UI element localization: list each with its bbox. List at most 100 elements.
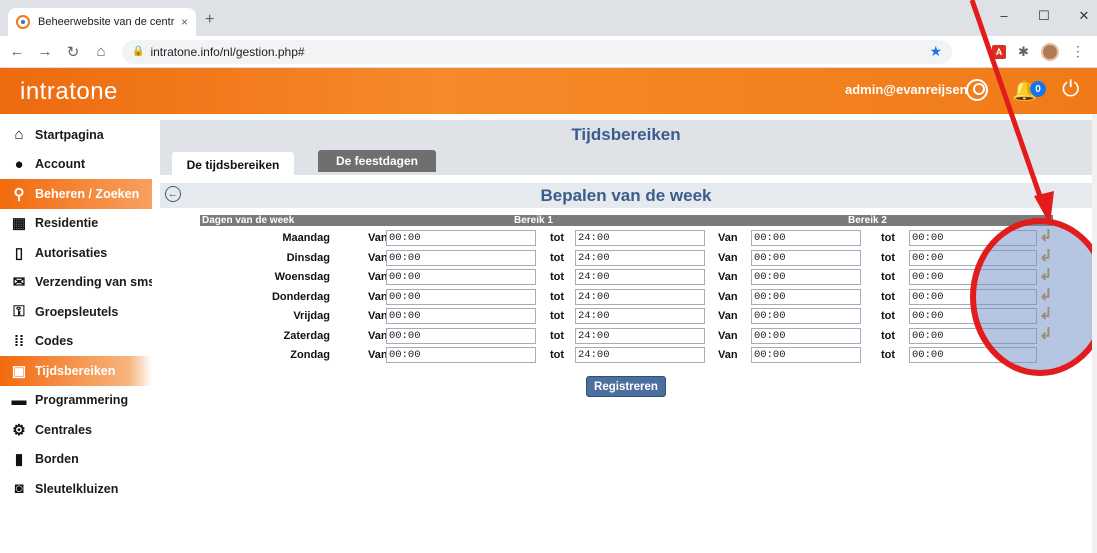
sidebar-item-label: Borden <box>35 452 79 467</box>
table-row: MaandagVantotVantot↲ <box>200 229 1053 249</box>
sidebar-item-residentie[interactable]: ▦ Residentie <box>0 209 152 239</box>
gear-icon: ⚙ <box>12 421 26 439</box>
page-title: Tijdsbereiken <box>160 120 1092 150</box>
range2-from-input[interactable] <box>751 288 861 305</box>
pdf-extension-icon[interactable]: A <box>992 44 1006 59</box>
home-browser-icon[interactable]: ⌂ <box>90 43 112 60</box>
sidebar-item-programmering[interactable]: ▬ Programmering <box>0 386 152 416</box>
app-header: intratone admin@evanreijsen 🔔 0 ⏻ <box>0 68 1097 114</box>
sidebar-item-borden[interactable]: ▮ Borden <box>0 445 152 475</box>
sidebar-item-label: Centrales <box>35 422 92 437</box>
sidebar-item-label: Beheren / Zoeken <box>35 186 140 201</box>
section-title-bar: ← Bepalen van de week <box>160 183 1092 208</box>
range2-from-input[interactable] <box>751 347 861 363</box>
from-label: Van <box>718 329 738 342</box>
puzzle-icon[interactable]: ✱ <box>1018 44 1029 60</box>
power-icon[interactable]: ⏻ <box>1062 76 1079 102</box>
range1-from-input[interactable] <box>386 230 536 246</box>
sidebar-item-groepsleutels[interactable]: ⚿ Groepsleutels <box>0 297 152 327</box>
sidebar-item-label: Codes <box>35 334 74 349</box>
from-label: Van <box>718 310 738 322</box>
browser-menu-icon[interactable]: ⋮ <box>1071 43 1085 60</box>
to-label: tot <box>881 290 896 303</box>
key-icon: ⚿ <box>13 303 25 321</box>
range1-from-input[interactable] <box>386 347 536 363</box>
forward-icon[interactable]: → <box>34 43 56 60</box>
sidebar-item-account[interactable]: ● Account <box>0 150 152 180</box>
range1-from-input[interactable] <box>386 308 536 324</box>
envelope-icon: ✉ <box>12 274 26 292</box>
range1-from-input[interactable] <box>386 269 536 285</box>
new-tab-button[interactable]: + <box>205 11 214 29</box>
sidebar-item-label: Verzending van sms <box>35 275 152 290</box>
extensions: A ✱ ⋮ <box>992 42 1085 61</box>
back-circle-icon[interactable]: ← <box>165 186 181 202</box>
range2-from-input[interactable] <box>751 230 861 246</box>
table-row: WoensdagVantotVantot↲ <box>200 268 1053 288</box>
range1-to-input[interactable] <box>575 249 705 266</box>
day-label: Donderdag <box>271 290 330 303</box>
range1-to-input[interactable] <box>575 230 705 246</box>
page-scrollbar[interactable] <box>1092 114 1097 553</box>
from-label: Van <box>718 251 738 264</box>
range1-to-input[interactable] <box>575 327 705 344</box>
user-icon[interactable] <box>966 79 988 101</box>
register-button[interactable]: Registreren <box>586 376 666 397</box>
maximize-icon[interactable]: ☐ <box>1037 8 1051 24</box>
range1-from-input[interactable] <box>386 327 536 344</box>
range1-from-input[interactable] <box>386 288 536 305</box>
from-label: Van <box>368 290 388 303</box>
day-label: Maandag <box>282 232 330 244</box>
range1-to-input[interactable] <box>575 347 705 363</box>
range1-to-input[interactable] <box>575 288 705 305</box>
sidebar-item-sms[interactable]: ✉ Verzending van sms <box>0 268 152 298</box>
from-label: Van <box>368 329 388 342</box>
sidebar-item-label: Autorisaties <box>35 245 108 260</box>
from-label: Van <box>718 232 738 244</box>
to-label: tot <box>550 290 565 303</box>
sidebar-item-autorisaties[interactable]: ▯ Autorisaties <box>0 238 152 268</box>
bookmark-star-icon[interactable]: ★ <box>929 43 942 60</box>
intratone-logo[interactable]: intratone <box>20 78 118 106</box>
sidebar-item-label: Groepsleutels <box>35 304 119 319</box>
sidebar-item-codes[interactable]: ⁞⁞ Codes <box>0 327 152 357</box>
range1-from-input[interactable] <box>386 249 536 266</box>
range2-from-input[interactable] <box>751 327 861 344</box>
day-label: Zondag <box>290 349 330 361</box>
close-window-icon[interactable]: ✕ <box>1077 8 1091 24</box>
to-label: tot <box>881 349 896 361</box>
minimize-icon[interactable]: – <box>997 8 1011 24</box>
browser-tab-title: Beheerwebsite van de centrales <box>38 16 175 28</box>
day-label: Woensdag <box>274 271 330 283</box>
browser-tab[interactable]: Beheerwebsite van de centrales × <box>8 8 196 36</box>
safe-icon: ◙ <box>14 480 24 498</box>
sidebar-item-startpagina[interactable]: ⌂ Startpagina <box>0 120 152 150</box>
range2-from-input[interactable] <box>751 249 861 266</box>
range1-to-input[interactable] <box>575 269 705 285</box>
keypad-icon: ⁞⁞ <box>14 332 24 350</box>
tab-feestdagen[interactable]: De feestdagen <box>318 150 436 172</box>
reload-icon[interactable]: ↻ <box>62 43 84 61</box>
tab-close-icon[interactable]: × <box>181 15 188 29</box>
back-icon[interactable]: ← <box>6 43 28 60</box>
notification-badge[interactable]: 0 <box>1030 81 1046 97</box>
sidebar-item-centrales[interactable]: ⚙ Centrales <box>0 415 152 445</box>
user-name[interactable]: admin@evanreijsen <box>845 82 968 97</box>
to-label: tot <box>881 251 896 264</box>
window-controls: – ☐ ✕ <box>997 8 1091 24</box>
url-input[interactable]: 🔒 intratone.info/nl/gestion.php# ★ <box>122 39 952 64</box>
to-label: tot <box>881 310 896 322</box>
to-label: tot <box>550 310 565 322</box>
sidebar-item-sleutelkluizen[interactable]: ◙ Sleutelkluizen <box>0 474 152 504</box>
tab-tijdsbereiken[interactable]: De tijdsbereiken <box>172 152 294 177</box>
range2-from-input[interactable] <box>751 308 861 324</box>
from-label: Van <box>718 349 738 361</box>
sidebar-item-tijdsbereiken[interactable]: ▣ Tijdsbereiken <box>0 356 152 386</box>
range1-to-input[interactable] <box>575 308 705 324</box>
col-range1-header: Bereik 1 <box>514 215 553 226</box>
profile-avatar[interactable] <box>1040 42 1059 61</box>
to-label: tot <box>550 349 565 361</box>
range2-from-input[interactable] <box>751 269 861 285</box>
sidebar-item-beheren[interactable]: ⚲ Beheren / Zoeken <box>0 179 152 209</box>
col-days-header: Dagen van de week <box>202 215 295 226</box>
